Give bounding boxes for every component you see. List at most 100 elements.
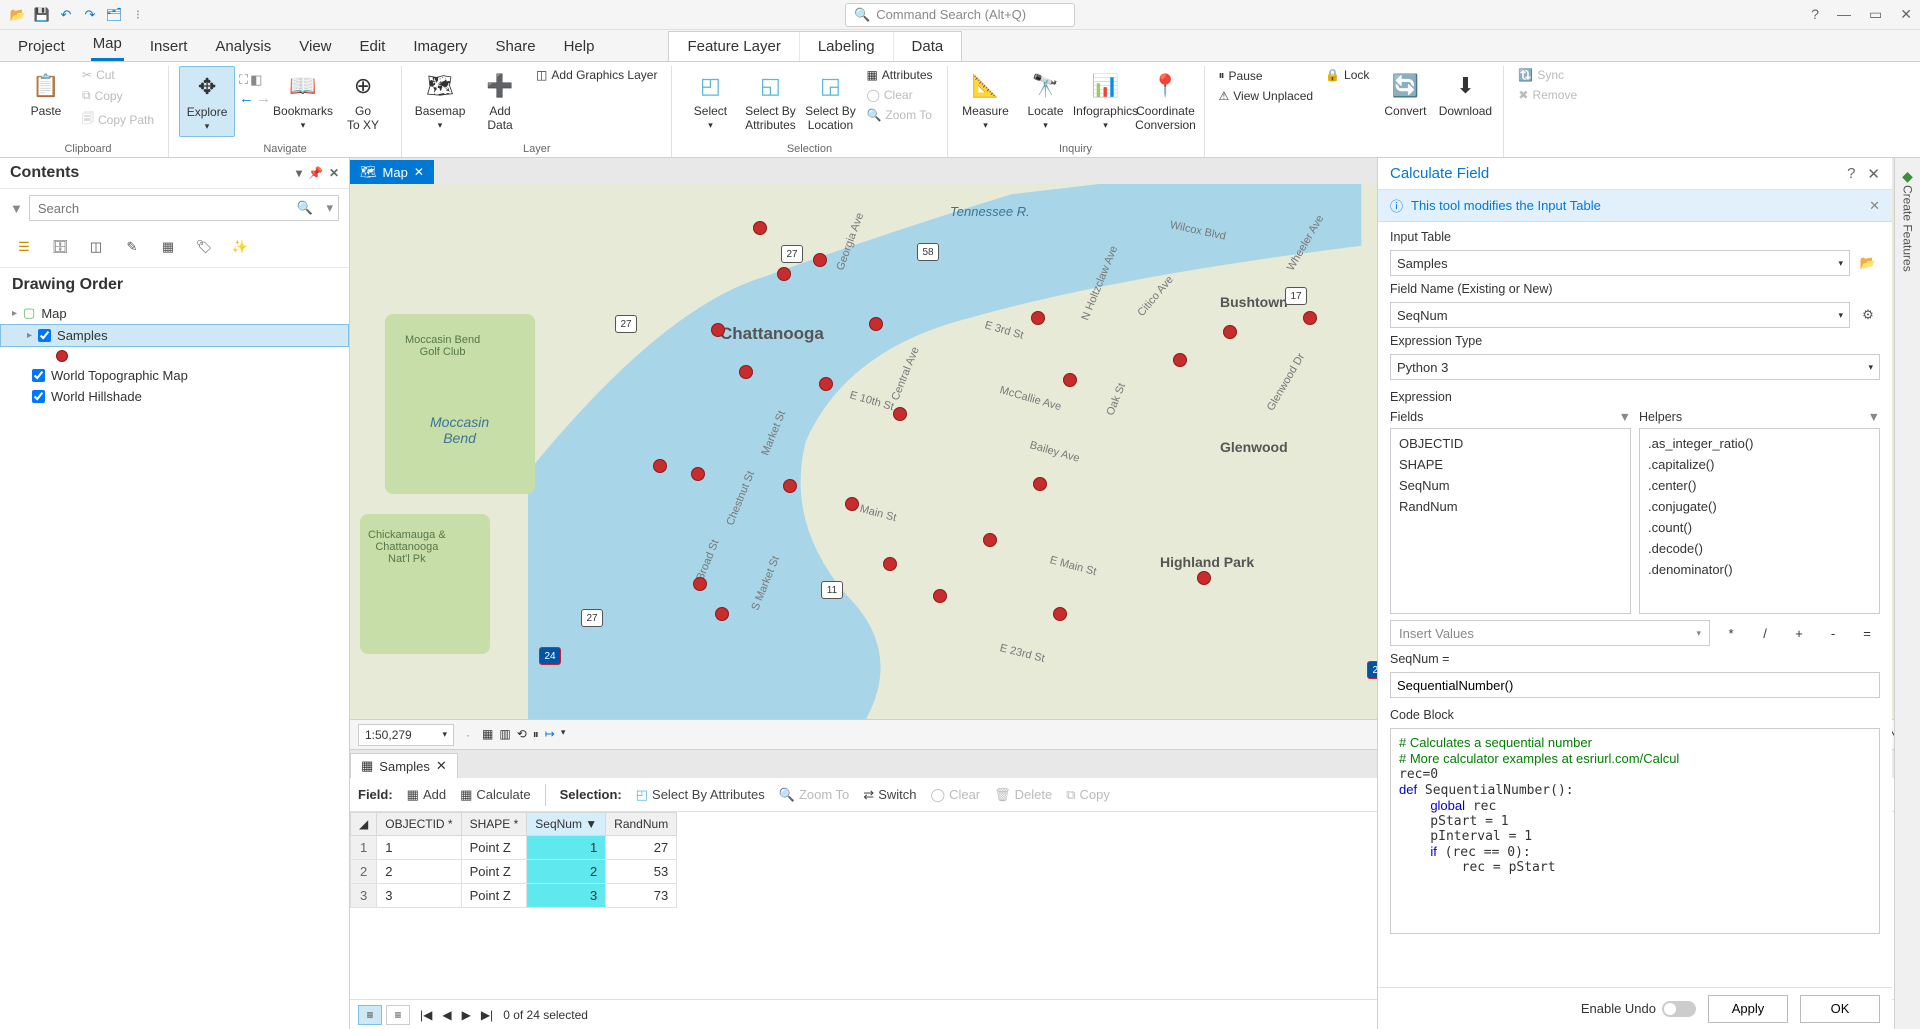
first-record-icon[interactable]: |◀ — [420, 1008, 432, 1022]
close-table-icon[interactable]: ✕ — [436, 758, 447, 774]
delete-selection-button[interactable]: 🗑Delete — [994, 787, 1052, 803]
select-by-location-button[interactable]: ◲ Select By Location — [802, 66, 858, 136]
list-by-editing-icon[interactable]: ✎ — [120, 235, 144, 259]
show-all-button[interactable]: ≡ — [358, 1005, 382, 1025]
list-item[interactable]: RandNum — [1391, 496, 1630, 517]
close-pane-icon[interactable]: ✕ — [1867, 165, 1880, 183]
copy-selection-button[interactable]: ⧉Copy — [1066, 787, 1110, 803]
command-search[interactable]: 🔍 Command Search (Alt+Q) — [845, 3, 1075, 27]
create-features-icon[interactable]: ◆ — [1902, 168, 1913, 185]
sample-point[interactable] — [693, 577, 707, 591]
map-tool-icon[interactable]: ▦ — [482, 727, 493, 742]
toc-map[interactable]: ▸ ▢ Map — [0, 302, 349, 324]
gear-icon[interactable]: ⚙ — [1856, 303, 1880, 327]
add-graphics-button[interactable]: ◫Add Graphics Layer — [532, 66, 661, 84]
list-by-drawing-order-icon[interactable]: ☰ — [12, 235, 36, 259]
add-data-button[interactable]: ➕ Add Data — [472, 66, 528, 136]
tab-analysis[interactable]: Analysis — [213, 32, 273, 61]
download-button[interactable]: ⬇Download — [1437, 66, 1493, 122]
op-minus[interactable]: - — [1820, 626, 1846, 641]
nav-icon[interactable]: ◧ — [250, 72, 262, 88]
redo-icon[interactable]: ↷ — [80, 5, 100, 25]
select-by-attributes-button[interactable]: ◰Select By Attributes — [636, 787, 765, 803]
locate-button[interactable]: 🔭Locate▾ — [1018, 66, 1074, 135]
sample-point[interactable] — [753, 221, 767, 235]
sample-point[interactable] — [739, 365, 753, 379]
list-item[interactable]: .as_integer_ratio() — [1640, 433, 1879, 454]
undo-icon[interactable]: ↶ — [56, 5, 76, 25]
last-record-icon[interactable]: ▶| — [481, 1008, 493, 1022]
toc-layer-hillshade[interactable]: World Hillshade — [0, 386, 349, 407]
map-tool-icon[interactable]: ⟲ — [517, 727, 527, 742]
list-item[interactable]: .denominator() — [1640, 559, 1879, 580]
dismiss-banner-icon[interactable]: ✕ — [1869, 198, 1880, 214]
sample-point[interactable] — [1053, 607, 1067, 621]
col-header[interactable]: OBJECTID * — [377, 813, 461, 836]
list-by-selection-icon[interactable]: ◫ — [84, 235, 108, 259]
convert-button[interactable]: 🔄Convert — [1377, 66, 1433, 122]
paste-button[interactable]: 📋 Paste — [18, 66, 74, 122]
add-folder-icon[interactable]: 🗂 — [104, 5, 124, 25]
chevron-down-icon[interactable]: ▾ — [326, 200, 333, 216]
clear-selection-button[interactable]: ◯Clear — [862, 86, 936, 104]
op-plus[interactable]: + — [1786, 626, 1812, 641]
tab-imagery[interactable]: Imagery — [411, 32, 469, 61]
next-record-icon[interactable]: ▶ — [462, 1008, 471, 1022]
show-selected-button[interactable]: ≡ — [386, 1005, 410, 1025]
tab-view[interactable]: View — [297, 32, 333, 61]
save-icon[interactable]: 💾 — [32, 5, 52, 25]
browse-icon[interactable]: 📂 — [1856, 251, 1880, 275]
close-view-icon[interactable]: ✕ — [414, 165, 424, 179]
tab-feature-layer[interactable]: Feature Layer — [669, 32, 799, 61]
sample-point[interactable] — [691, 467, 705, 481]
more-icon[interactable]: ⁝ — [128, 5, 148, 25]
map-view-tab[interactable]: 🗺 Map ✕ — [350, 160, 434, 184]
helpers-list[interactable]: .as_integer_ratio() .capitalize() .cente… — [1639, 428, 1880, 614]
filter-icon[interactable]: ▼ — [1868, 410, 1880, 424]
op-multiply[interactable]: * — [1718, 626, 1744, 641]
calculate-field-button[interactable]: ▦Calculate — [460, 787, 531, 803]
basemap-button[interactable]: 🗺 Basemap ▾ — [412, 66, 468, 135]
op-equals[interactable]: = — [1854, 626, 1880, 641]
add-field-button[interactable]: ▦Add — [407, 787, 446, 803]
toc-symbol[interactable] — [0, 347, 349, 365]
tab-labeling[interactable]: Labeling — [800, 32, 894, 61]
copy-path-button[interactable]: 🗐Copy Path — [78, 107, 158, 132]
sample-point[interactable] — [893, 407, 907, 421]
attribute-table[interactable]: ◢ OBJECTID * SHAPE * SeqNum ▼ RandNum 1 … — [350, 812, 677, 908]
measure-button[interactable]: 📐Measure▾ — [958, 66, 1014, 135]
sample-point[interactable] — [1033, 477, 1047, 491]
corner-header[interactable]: ◢ — [351, 813, 377, 836]
apply-button[interactable]: Apply — [1708, 995, 1788, 1023]
expr-type-combo[interactable]: Python 3▾ — [1390, 354, 1880, 380]
sample-point[interactable] — [813, 253, 827, 267]
help-icon[interactable]: ? — [1811, 6, 1819, 23]
goto-xy-button[interactable]: ⊕ Go To XY — [335, 66, 391, 136]
map-tool-icon[interactable]: ↦ — [545, 727, 555, 742]
expression-input[interactable] — [1390, 672, 1880, 698]
coord-conversion-button[interactable]: 📍Coordinate Conversion — [1138, 66, 1194, 136]
restore-icon[interactable]: ▭ — [1869, 6, 1882, 23]
field-name-combo[interactable]: SeqNum▾ — [1390, 302, 1850, 328]
pause-labels-button[interactable]: ⏸Pause — [1215, 66, 1318, 85]
switch-selection-button[interactable]: ⇄Switch — [863, 787, 916, 803]
list-item[interactable]: OBJECTID — [1391, 433, 1630, 454]
close-icon[interactable]: ✕ — [1900, 6, 1912, 23]
table-row[interactable]: 2 2 Point Z 2 53 — [351, 860, 677, 884]
tab-share[interactable]: Share — [494, 32, 538, 61]
next-extent-icon[interactable]: → — [256, 90, 271, 107]
dock-options-icon[interactable]: ▾ — [296, 166, 302, 180]
sample-point[interactable] — [711, 323, 725, 337]
prev-extent-icon[interactable]: ← — [239, 90, 254, 107]
autohide-icon[interactable]: 📌 — [308, 166, 323, 180]
list-by-source-icon[interactable]: 🗄 — [48, 235, 72, 259]
list-item[interactable]: SHAPE — [1391, 454, 1630, 475]
list-item[interactable]: .capitalize() — [1640, 454, 1879, 475]
sample-point[interactable] — [1063, 373, 1077, 387]
input-table-combo[interactable]: Samples▾ — [1390, 250, 1850, 276]
layer-visible-checkbox[interactable] — [32, 390, 45, 403]
list-item[interactable]: .decode() — [1640, 538, 1879, 559]
tab-map[interactable]: Map — [91, 29, 124, 61]
ok-button[interactable]: OK — [1800, 995, 1880, 1023]
sample-point[interactable] — [1031, 311, 1045, 325]
